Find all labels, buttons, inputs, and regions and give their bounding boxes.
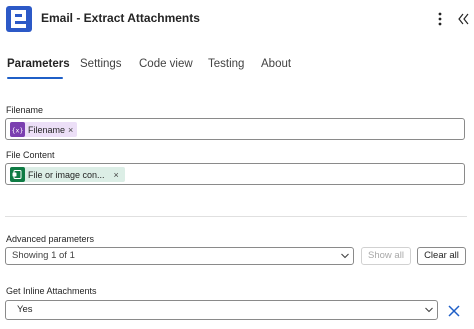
inline-attachments-label: Get Inline Attachments — [6, 286, 97, 296]
advanced-parameters-value: Showing 1 of 1 — [12, 250, 75, 261]
tab-bar: Parameters Settings Code view Testing Ab… — [0, 58, 474, 82]
remove-file-content-token-button[interactable]: × — [114, 170, 119, 180]
inline-attachments-dropdown[interactable]: Yes — [5, 300, 438, 320]
advanced-parameters-dropdown[interactable]: Showing 1 of 1 — [5, 247, 354, 265]
data-source-icon — [10, 167, 25, 182]
file-content-field[interactable]: File or image con... × — [5, 163, 465, 185]
remove-filename-token-button[interactable]: × — [68, 125, 73, 135]
expression-icon: {x} — [10, 122, 25, 137]
file-content-label: File Content — [6, 150, 55, 160]
close-icon — [448, 305, 460, 317]
tab-about[interactable]: About — [261, 58, 291, 70]
more-options-button[interactable] — [434, 10, 446, 28]
app-logo-icon — [6, 6, 32, 32]
panel-title: Email - Extract Attachments — [41, 11, 200, 25]
action-panel: Email - Extract Attachments Parameters S… — [0, 0, 474, 329]
panel-header: Email - Extract Attachments — [0, 0, 474, 40]
filename-label: Filename — [6, 105, 44, 115]
advanced-parameters-label: Advanced parameters — [6, 234, 95, 244]
collapse-panel-button[interactable] — [456, 10, 470, 28]
file-content-token[interactable]: File or image con... × — [10, 167, 125, 182]
tab-testing[interactable]: Testing — [208, 58, 244, 70]
tab-code-view[interactable]: Code view — [139, 58, 193, 70]
svg-text:{x}: {x} — [12, 127, 24, 135]
clear-all-button[interactable]: Clear all — [417, 247, 466, 265]
filename-token-label: Filename — [28, 124, 66, 135]
filename-token[interactable]: {x} Filename × — [10, 122, 78, 137]
chevron-down-icon — [425, 307, 433, 313]
more-vertical-icon — [438, 12, 442, 26]
filename-field[interactable]: {x} Filename × — [5, 118, 465, 140]
chevron-down-icon — [341, 253, 349, 259]
file-content-token-label: File or image con... — [28, 169, 105, 180]
double-chevron-left-icon — [458, 13, 469, 25]
inline-attachments-value: Yes — [17, 304, 33, 315]
tab-settings[interactable]: Settings — [80, 58, 122, 70]
active-tab-indicator — [7, 77, 63, 79]
section-divider — [5, 216, 467, 217]
remove-parameter-button[interactable] — [446, 303, 462, 319]
show-all-button[interactable]: Show all — [361, 247, 411, 265]
tab-parameters[interactable]: Parameters — [7, 58, 70, 70]
